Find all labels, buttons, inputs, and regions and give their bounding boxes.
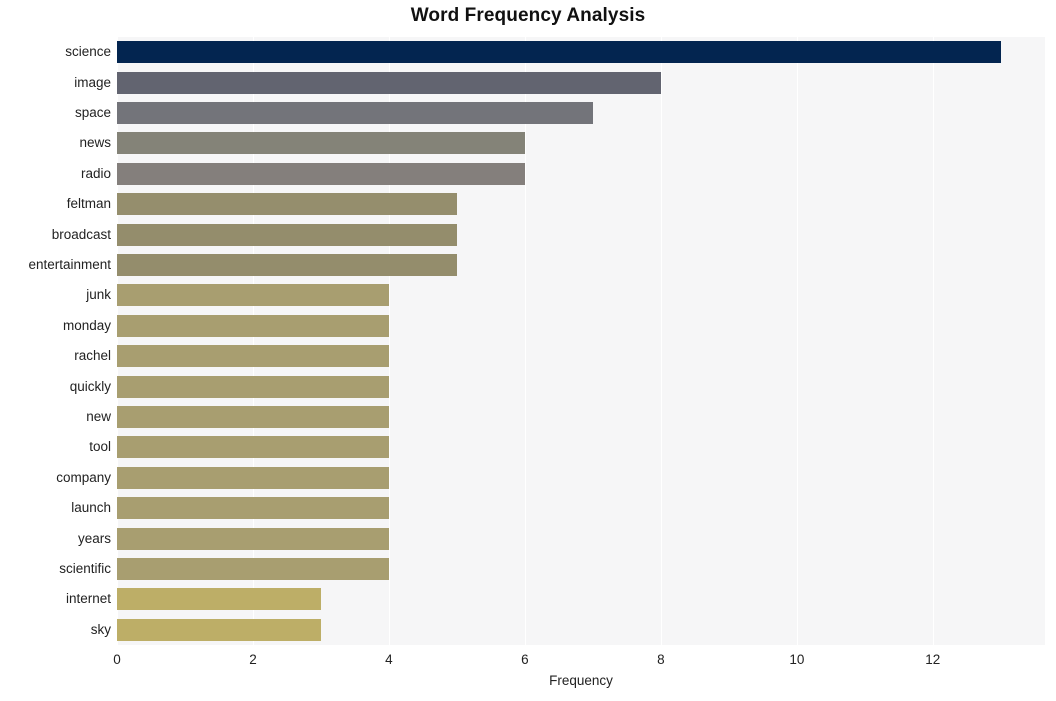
- bar-space: [117, 102, 593, 124]
- bar-broadcast: [117, 223, 457, 246]
- y-tick-label-feltman: feltman: [66, 196, 111, 212]
- x-axis-title: Frequency: [549, 673, 613, 688]
- bars-layer: [117, 37, 1045, 645]
- y-tick-label-junk: junk: [86, 287, 111, 303]
- word-frequency-bar-chart: Word Frequency Analysis science image spac…: [0, 0, 1056, 701]
- bar-sky: [117, 618, 321, 641]
- x-tick-label-2: 2: [249, 652, 257, 667]
- y-tick-label-rachel: rachel: [74, 348, 111, 364]
- bar-science: [117, 41, 1001, 64]
- y-tick-label-entertainment: entertainment: [28, 257, 111, 272]
- bar-internet: [117, 588, 321, 611]
- y-tick-label-image: image: [74, 74, 111, 90]
- y-tick-label-sky: sky: [90, 621, 111, 637]
- y-tick-label-radio: radio: [80, 165, 111, 181]
- chart-title: Word Frequency Analysis: [410, 5, 646, 26]
- y-axis-tick-labels: science image space news radio feltman broadca…: [0, 37, 111, 645]
- x-tick-label-0: 0: [113, 652, 121, 667]
- y-tick-label-internet: internet: [65, 591, 111, 607]
- bar-image: [117, 71, 661, 94]
- x-tick-label-10: 10: [789, 652, 805, 667]
- x-tick-label-4: 4: [385, 652, 393, 667]
- bar-tool: [117, 436, 389, 459]
- y-tick-label-scientific: scientific: [59, 561, 111, 576]
- y-tick-label-new: new: [86, 409, 111, 424]
- y-tick-label-quickly: quickly: [69, 378, 111, 394]
- bar-monday: [117, 314, 389, 337]
- bar-news: [117, 132, 525, 155]
- x-tick-label-6: 6: [521, 652, 529, 667]
- bar-rachel: [117, 345, 389, 368]
- x-tick-label-12: 12: [925, 652, 941, 667]
- y-tick-label-company: company: [56, 469, 111, 485]
- bar-radio: [117, 162, 525, 185]
- bar-entertainment: [117, 254, 457, 276]
- y-tick-label-news: news: [79, 135, 111, 151]
- bar-years: [117, 527, 389, 550]
- y-tick-label-science: science: [65, 44, 111, 60]
- y-tick-label-monday: monday: [62, 317, 111, 333]
- y-tick-label-years: years: [77, 530, 111, 546]
- bar-company: [117, 466, 389, 489]
- x-tick-label-8: 8: [657, 652, 665, 667]
- bar-feltman: [117, 193, 457, 216]
- y-tick-label-broadcast: broadcast: [51, 226, 111, 242]
- y-tick-label-launch: launch: [71, 500, 111, 516]
- y-tick-label-space: space: [74, 105, 111, 120]
- bar-scientific: [117, 558, 389, 580]
- bar-new: [117, 406, 389, 428]
- bar-launch: [117, 497, 389, 520]
- y-tick-label-tool: tool: [89, 439, 111, 455]
- plot-area: [117, 37, 1045, 645]
- x-axis-tick-labels: 0 2 4 6 8 10 12: [113, 645, 1045, 675]
- bar-quickly: [117, 375, 389, 398]
- bar-junk: [117, 284, 389, 307]
